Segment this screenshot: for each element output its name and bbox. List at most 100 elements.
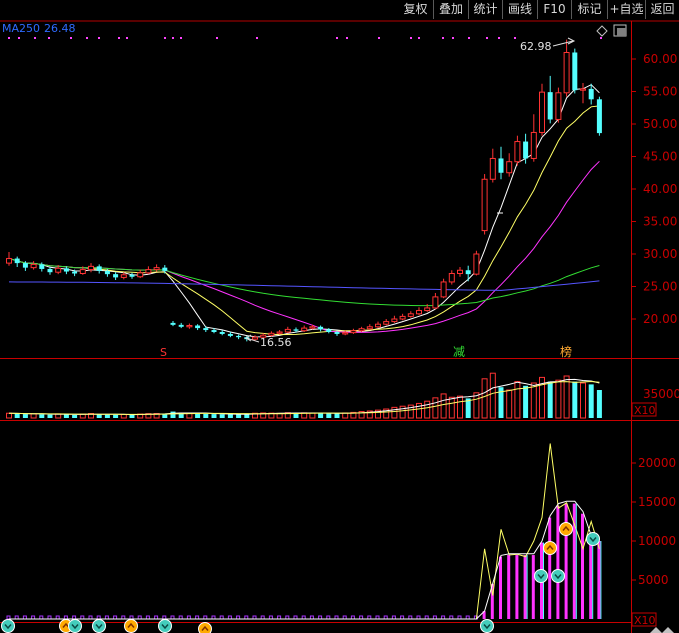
volume-bar — [22, 414, 28, 418]
candle-body — [432, 296, 439, 309]
indicator-line-yellow — [9, 443, 600, 620]
candle-body — [14, 258, 20, 264]
arrow-up-circle-icon — [559, 522, 573, 536]
volume-bar — [342, 412, 349, 419]
candle-body — [457, 269, 463, 274]
volume-axis-label: 35000 — [643, 387, 679, 401]
indicator-multiplier: X10 — [634, 614, 656, 627]
candle-body — [120, 274, 127, 278]
volume-bar — [113, 414, 119, 418]
scroll-indicator-icon-2[interactable] — [662, 627, 674, 633]
event-marker-reduce[interactable]: 减 — [453, 345, 465, 359]
candle-body — [326, 329, 332, 332]
indicator-bar — [515, 555, 519, 619]
ma250-line — [8, 280, 600, 291]
price-tick-label: 45.00 — [643, 150, 677, 164]
candle-body — [350, 330, 357, 334]
volume-bar — [318, 413, 324, 418]
candle-body — [72, 271, 78, 274]
volume-bar — [440, 393, 447, 419]
arrow-up-circle-icon — [198, 622, 212, 633]
indicator-tick-label: 10000 — [638, 534, 676, 548]
candle-body — [481, 178, 488, 232]
arrow-down-circle-icon — [68, 619, 82, 633]
volume-bar — [473, 392, 480, 419]
ma20-line — [8, 160, 600, 333]
volume-bar — [523, 385, 529, 418]
volume-bar — [47, 414, 53, 418]
candle-body — [203, 328, 209, 331]
ma10-line — [8, 105, 600, 336]
indicator-bar — [507, 555, 511, 619]
diamond-icon[interactable] — [596, 25, 608, 37]
candle-body — [366, 326, 373, 330]
volume-bar — [104, 414, 110, 418]
candle-body — [506, 161, 513, 174]
candle-body — [47, 268, 53, 273]
volume-bar — [432, 397, 439, 419]
candle-body — [113, 274, 119, 278]
volume-bar — [120, 414, 127, 419]
candle-body — [498, 158, 504, 173]
grid-dot — [86, 37, 88, 39]
event-marker-list[interactable]: 榜 — [560, 344, 572, 359]
volume-bar — [203, 413, 209, 418]
volume-bar — [424, 400, 431, 419]
scroll-indicator-icon[interactable] — [650, 627, 662, 633]
candle-body — [383, 321, 390, 325]
candle-body — [79, 269, 86, 275]
indicator-bar — [564, 503, 568, 619]
candle-body — [145, 269, 152, 274]
indicator-bar — [523, 555, 527, 619]
candle-body — [407, 313, 414, 317]
candle-body — [424, 307, 431, 312]
candle-body — [276, 331, 283, 334]
price-tick-label: 40.00 — [643, 182, 677, 196]
candle-body — [596, 99, 602, 134]
price-tick-label: 35.00 — [643, 215, 677, 229]
grid-dot — [18, 37, 20, 39]
volume-bar — [14, 413, 20, 418]
volume-bar — [596, 390, 602, 418]
candle-body — [563, 52, 570, 94]
volume-bar — [72, 414, 78, 418]
candle-body — [555, 92, 562, 120]
grid-dot — [498, 37, 500, 39]
candle-body — [96, 266, 102, 271]
grid-dot — [126, 37, 128, 39]
price-tick-label: 20.00 — [643, 312, 677, 326]
candle-body — [358, 328, 365, 332]
volume-bar — [326, 413, 332, 418]
indicator-bar — [581, 513, 584, 619]
chart-canvas[interactable]: 60.00 55.00 50.00 45.00 40.00 35.00 30.00 25.00… — [0, 0, 679, 633]
price-tick-label: 50.00 — [643, 117, 677, 131]
candle-body — [523, 141, 529, 159]
volume-bar — [227, 414, 233, 418]
indicator-bar — [499, 556, 502, 619]
grid-dot — [418, 37, 420, 39]
indicator-bar — [531, 555, 535, 619]
grid-dot — [48, 37, 50, 39]
indicator-bar — [597, 541, 601, 619]
indicator-line-white — [9, 500, 600, 620]
volume-bar — [448, 396, 455, 419]
price-axis: 60.00 55.00 50.00 45.00 40.00 35.00 30.00 25.00… — [631, 52, 677, 326]
volume-bar — [489, 372, 496, 419]
candle-body — [252, 336, 258, 340]
arrow-down-circle-icon — [586, 532, 600, 546]
arrow-up-circle-icon — [543, 541, 557, 555]
candle-body — [227, 333, 233, 336]
indicator-bar — [589, 537, 593, 619]
price-tick-label: 30.00 — [643, 247, 677, 261]
candle-body — [88, 265, 94, 271]
candle-body — [186, 325, 193, 328]
grid-dot — [180, 37, 182, 39]
event-marker-s[interactable]: S — [160, 346, 167, 359]
volume-bar — [30, 413, 37, 419]
grid-dot — [70, 37, 72, 39]
layers-icon[interactable] — [613, 24, 627, 37]
candle-body — [530, 131, 537, 159]
candle-body — [489, 157, 496, 180]
candle-body — [284, 328, 291, 333]
arrow-down-circle-icon — [551, 569, 565, 583]
